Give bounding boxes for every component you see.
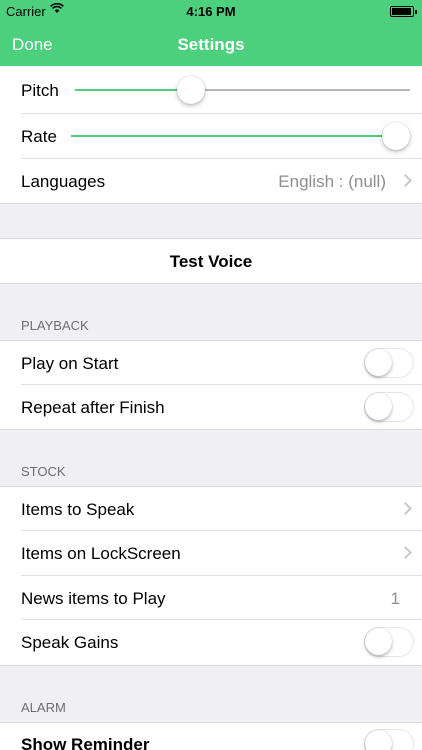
- page-title: Settings: [177, 35, 245, 54]
- test-voice-button[interactable]: Test Voice: [0, 252, 422, 272]
- rate-slider[interactable]: [71, 121, 410, 151]
- stock-section-header: STOCK: [21, 464, 66, 479]
- toggle-knob: [365, 349, 392, 376]
- repeat-after-finish-label: Repeat after Finish: [21, 398, 165, 417]
- rate-label: Rate: [21, 127, 57, 146]
- section-divider: [0, 203, 422, 204]
- pitch-slider-min-track: [75, 89, 189, 91]
- pitch-slider[interactable]: [75, 75, 410, 105]
- status-time: 4:16 PM: [186, 4, 236, 19]
- toggle-knob: [365, 730, 392, 750]
- rate-row: Rate: [0, 114, 422, 159]
- news-items-to-play-row[interactable]: News items to Play 1: [0, 576, 422, 620]
- navigation-bar: Done Settings: [0, 24, 422, 66]
- rate-slider-min-track: [71, 135, 396, 137]
- toggle-knob: [365, 393, 392, 420]
- test-voice-row[interactable]: Test Voice: [0, 239, 422, 283]
- pitch-slider-thumb[interactable]: [177, 76, 205, 104]
- repeat-after-finish-toggle[interactable]: [364, 392, 414, 422]
- speak-gains-row: Speak Gains: [0, 620, 422, 665]
- pitch-label: Pitch: [21, 81, 59, 100]
- play-on-start-label: Play on Start: [21, 354, 119, 373]
- repeat-after-finish-row: Repeat after Finish: [0, 385, 422, 429]
- battery-icon: [390, 6, 417, 17]
- chevron-right-icon: [399, 174, 412, 187]
- languages-value: English : (null): [278, 172, 386, 191]
- news-items-to-play-value: 1: [390, 589, 400, 608]
- section-divider: [0, 665, 422, 666]
- languages-label: Languages: [21, 172, 106, 191]
- section-divider: [0, 429, 422, 430]
- show-reminder-row: Show Reminder: [0, 723, 422, 750]
- news-items-to-play-label: News items to Play: [21, 589, 166, 608]
- speak-gains-toggle[interactable]: [364, 627, 414, 657]
- items-to-speak-label: Items to Speak: [21, 500, 135, 519]
- pitch-slider-max-track: [189, 89, 410, 91]
- chevron-right-icon: [399, 546, 412, 559]
- play-on-start-row: Play on Start: [0, 341, 422, 385]
- rate-slider-thumb[interactable]: [382, 122, 410, 150]
- chevron-right-icon: [399, 502, 412, 515]
- play-on-start-toggle[interactable]: [364, 348, 414, 378]
- playback-section-header: PLAYBACK: [21, 318, 89, 333]
- show-reminder-label: Show Reminder: [21, 735, 150, 750]
- items-to-speak-row[interactable]: Items to Speak: [0, 487, 422, 531]
- alarm-section-header: ALARM: [21, 700, 66, 715]
- show-reminder-toggle[interactable]: [364, 729, 414, 750]
- toggle-knob: [365, 628, 392, 655]
- items-on-lockscreen-row[interactable]: Items on LockScreen: [0, 531, 422, 576]
- pitch-row: Pitch: [0, 66, 422, 114]
- items-on-lockscreen-label: Items on LockScreen: [21, 544, 181, 563]
- languages-row[interactable]: Languages English : (null): [0, 159, 422, 203]
- section-divider: [0, 283, 422, 284]
- status-bar: Carrier 4:16 PM: [0, 0, 422, 24]
- speak-gains-label: Speak Gains: [21, 633, 119, 652]
